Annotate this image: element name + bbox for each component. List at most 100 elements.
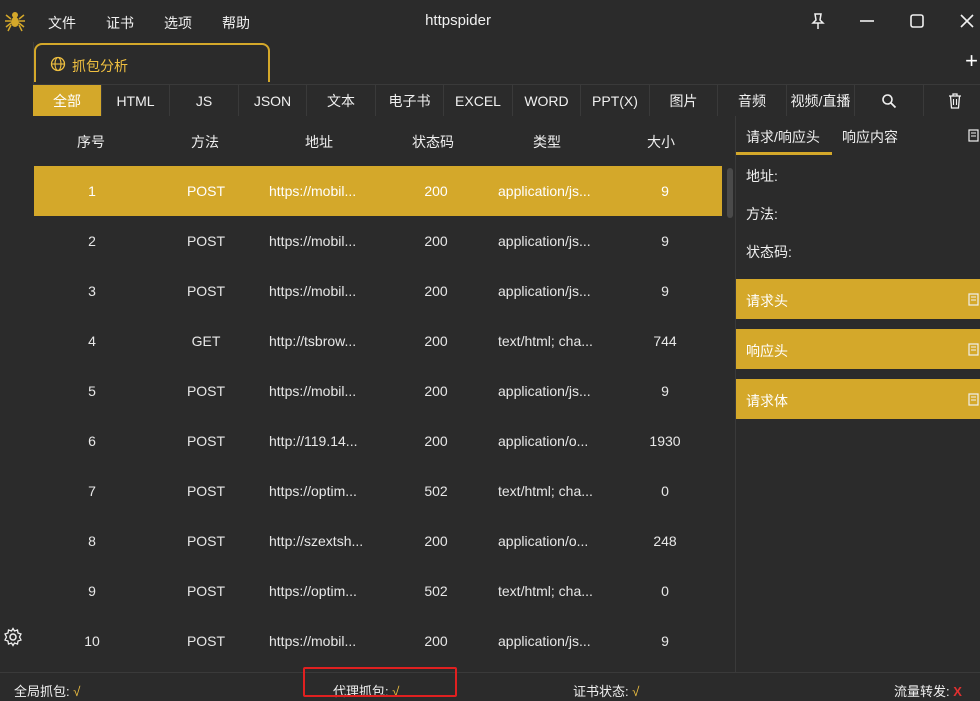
cell-index: 9: [88, 583, 96, 599]
cell-method: POST: [186, 633, 226, 649]
request-table: 序号 方法 地址 状态码 类型 大小 1 POST https://mobil...…: [33, 116, 736, 672]
cell-size: 9: [661, 283, 669, 299]
cell-url: https://optim...: [269, 483, 357, 499]
close-icon[interactable]: [956, 10, 978, 32]
cell-index: 5: [88, 383, 96, 399]
cell-type: text/html; cha...: [498, 583, 593, 599]
status-traffic-forward: 流量转发: X: [894, 681, 962, 700]
cell-size: 1930: [649, 433, 681, 449]
section-request-body[interactable]: 请求体: [736, 379, 980, 419]
filter-audio[interactable]: 音频: [718, 85, 787, 117]
column-header-method[interactable]: 方法: [175, 132, 235, 152]
table-row[interactable]: 6 POST http://119.14... 200 application/o...…: [34, 416, 722, 466]
column-header-type[interactable]: 类型: [517, 132, 577, 152]
table-row[interactable]: 4 GET http://tsbrow... 200 text/html; cha...…: [34, 316, 722, 366]
cell-method: POST: [186, 483, 226, 499]
table-row[interactable]: 7 POST https://optim... 502 text/html; cha..…: [34, 466, 722, 516]
column-header-status[interactable]: 状态码: [403, 132, 463, 152]
section-response-headers[interactable]: 响应头: [736, 329, 980, 369]
filter-html[interactable]: HTML: [102, 85, 170, 117]
status-bar: 全局抓包: √ 代理抓包: √ 证书状态: √ 流量转发: X: [0, 672, 980, 701]
filter-js[interactable]: JS: [170, 85, 239, 117]
cell-status: 200: [424, 533, 448, 549]
column-header-size[interactable]: 大小: [631, 132, 691, 152]
minimize-icon[interactable]: [856, 10, 878, 32]
table-row[interactable]: 2 POST https://mobil... 200 application/js..…: [34, 216, 722, 266]
cell-method: POST: [186, 233, 226, 249]
cell-method: POST: [186, 383, 226, 399]
cell-size: 0: [661, 483, 669, 499]
filter-all[interactable]: 全部: [33, 85, 102, 117]
cell-size: 9: [661, 183, 669, 199]
column-header-index[interactable]: 序号: [61, 132, 121, 152]
table-row[interactable]: 10 POST https://mobil... 200 application/js.…: [34, 616, 722, 666]
cell-size: 744: [653, 333, 677, 349]
active-tab-indicator: [736, 152, 832, 155]
cell-method: POST: [186, 283, 226, 299]
cell-status: 200: [424, 183, 448, 199]
section-request-headers[interactable]: 请求头: [736, 279, 980, 319]
title-bar: 文件 证书 选项 帮助 httpspider: [0, 0, 980, 42]
filter-bar: 全部 HTML JS JSON 文本 电子书 EXCEL WORD PPT(X)…: [33, 84, 980, 118]
clear-button[interactable]: [924, 85, 980, 117]
cell-size: 248: [653, 533, 677, 549]
settings-gear-icon[interactable]: [3, 627, 23, 647]
table-scrollbar[interactable]: [727, 168, 733, 218]
filter-image[interactable]: 图片: [650, 85, 718, 117]
table-row[interactable]: 3 POST https://mobil... 200 application/js..…: [34, 266, 722, 316]
cell-type: text/html; cha...: [498, 333, 593, 349]
cell-url: https://mobil...: [269, 383, 357, 399]
table-row[interactable]: 8 POST http://szextsh... 200 application/o..…: [34, 516, 722, 566]
status-label: 全局抓包:: [14, 684, 70, 699]
tab-response-content[interactable]: 响应内容: [842, 127, 898, 147]
cell-url: http://szextsh...: [269, 533, 364, 549]
maximize-icon[interactable]: [906, 10, 928, 32]
app-title: httpspider: [425, 12, 491, 29]
filter-video[interactable]: 视频/直播: [787, 85, 855, 117]
filter-word[interactable]: WORD: [513, 85, 581, 117]
cell-status: 200: [424, 233, 448, 249]
status-global-capture: 全局抓包: √: [14, 681, 80, 700]
cell-type: application/o...: [498, 433, 589, 449]
tab-capture-analysis[interactable]: 抓包分析: [34, 43, 270, 82]
cell-type: application/js...: [498, 633, 591, 649]
status-value: X: [953, 684, 962, 699]
status-value: √: [632, 684, 640, 699]
filter-ebook[interactable]: 电子书: [376, 85, 444, 117]
cell-url: https://mobil...: [269, 183, 357, 199]
add-tab-icon[interactable]: +: [965, 48, 978, 74]
detail-url-label: 地址:: [746, 168, 778, 184]
status-value: √: [73, 684, 81, 699]
status-label: 流量转发:: [894, 684, 950, 699]
cell-status: 200: [424, 283, 448, 299]
table-row[interactable]: 1 POST https://mobil... 200 application/js..…: [34, 166, 722, 216]
detail-status-label: 状态码:: [746, 244, 792, 260]
copy-icon[interactable]: [968, 292, 980, 306]
filter-excel[interactable]: EXCEL: [444, 85, 513, 117]
tab-label: 抓包分析: [72, 58, 128, 74]
tab-request-response-headers[interactable]: 请求/响应头: [746, 127, 820, 147]
table-row[interactable]: 9 POST https://optim... 502 text/html; cha..…: [34, 566, 722, 616]
cell-type: application/js...: [498, 233, 591, 249]
filter-ppt[interactable]: PPT(X): [581, 85, 650, 117]
cell-index: 10: [84, 633, 100, 649]
cell-index: 3: [88, 283, 96, 299]
cell-type: application/o...: [498, 533, 589, 549]
cell-type: application/js...: [498, 183, 591, 199]
cell-url: https://mobil...: [269, 283, 357, 299]
section-label: 请求体: [746, 393, 788, 409]
section-label: 请求头: [746, 293, 788, 309]
cell-url: http://119.14...: [269, 433, 358, 449]
cell-index: 7: [88, 483, 96, 499]
filter-text[interactable]: 文本: [307, 85, 376, 117]
filter-json[interactable]: JSON: [239, 85, 307, 117]
table-row[interactable]: 5 POST https://mobil... 200 application/js..…: [34, 366, 722, 416]
copy-icon[interactable]: [968, 342, 980, 356]
cell-method: POST: [186, 183, 226, 199]
cell-index: 6: [88, 433, 96, 449]
pin-icon[interactable]: [807, 10, 829, 32]
search-button[interactable]: [855, 85, 924, 117]
copy-icon[interactable]: [968, 128, 980, 142]
column-header-url[interactable]: 地址: [289, 132, 349, 152]
copy-icon[interactable]: [968, 392, 980, 406]
